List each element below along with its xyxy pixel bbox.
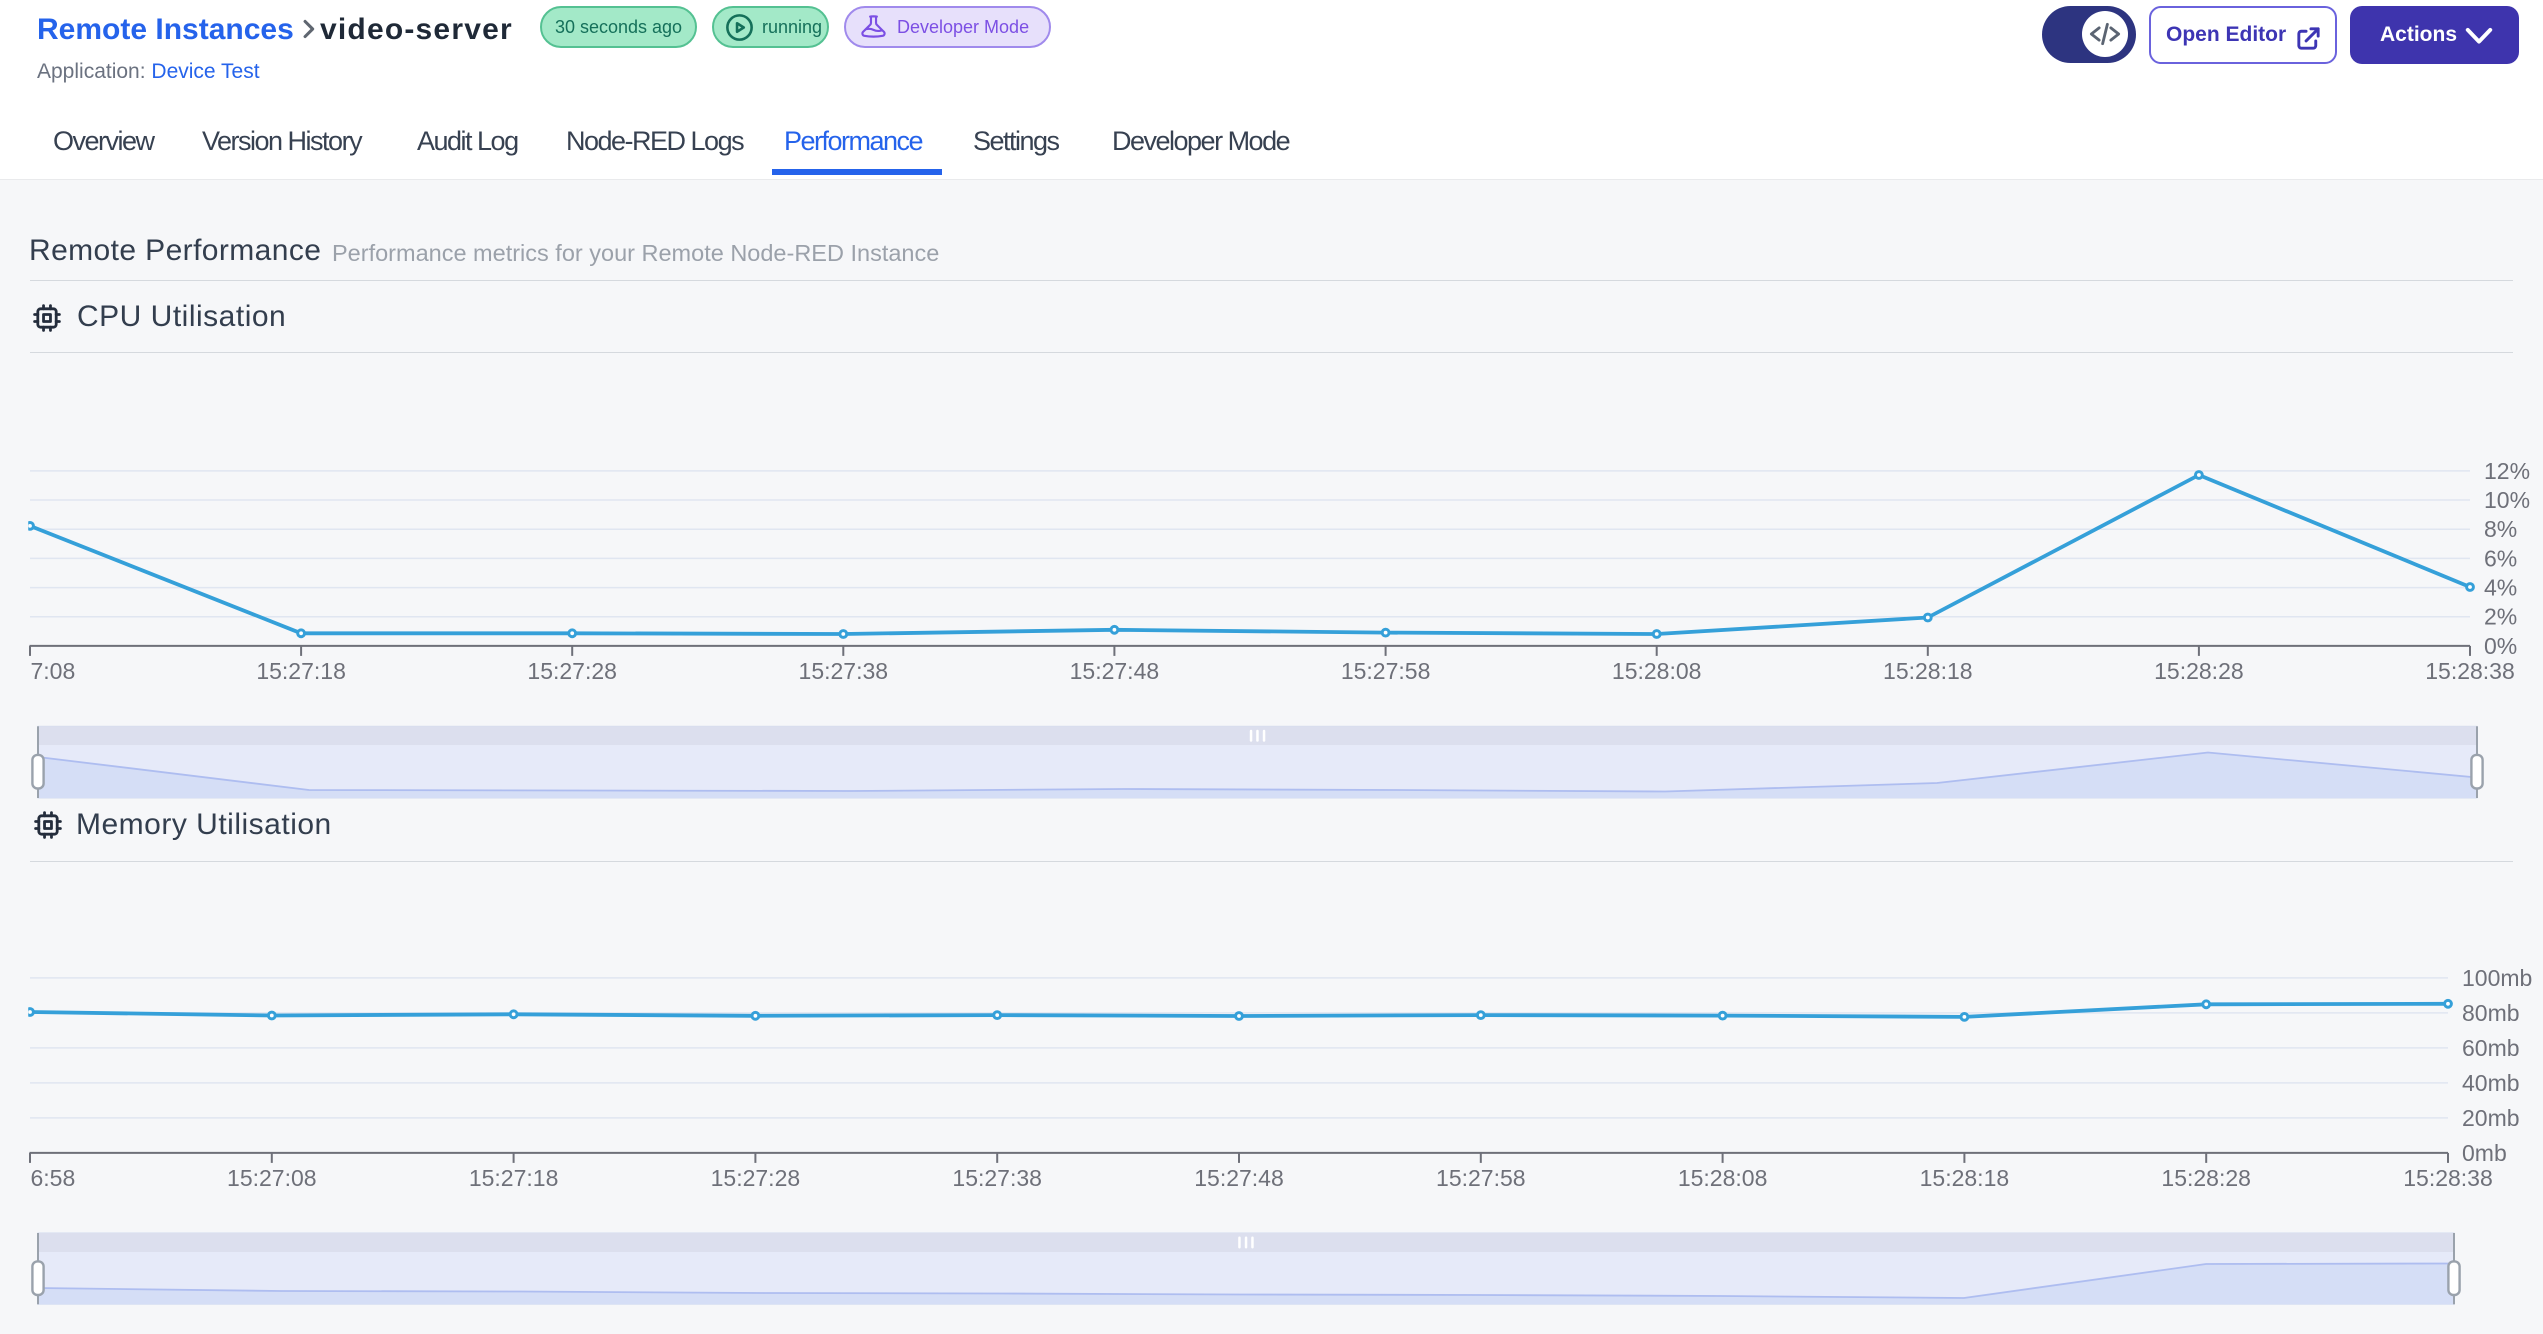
svg-text:80mb: 80mb (2462, 1000, 2520, 1026)
svg-text:15:28:08: 15:28:08 (1612, 658, 1702, 684)
svg-text:15:28:18: 15:28:18 (1883, 658, 1973, 684)
svg-text:15:27:38: 15:27:38 (799, 658, 889, 684)
svg-text:15:27:48: 15:27:48 (1194, 1165, 1284, 1191)
svg-text:15:28:18: 15:28:18 (1920, 1165, 2010, 1191)
svg-text:7:08: 7:08 (31, 658, 76, 684)
svg-text:15:28:38: 15:28:38 (2403, 1165, 2493, 1191)
svg-text:15:28:28: 15:28:28 (2161, 1165, 2251, 1191)
svg-text:8%: 8% (2484, 516, 2517, 542)
svg-text:12%: 12% (2484, 458, 2530, 484)
svg-text:0mb: 0mb (2462, 1140, 2507, 1166)
svg-text:4%: 4% (2484, 575, 2517, 601)
svg-text:60mb: 60mb (2462, 1035, 2520, 1061)
svg-text:15:28:28: 15:28:28 (2154, 658, 2244, 684)
svg-text:15:27:38: 15:27:38 (952, 1165, 1042, 1191)
svg-text:15:27:48: 15:27:48 (1070, 658, 1160, 684)
svg-text:2%: 2% (2484, 604, 2517, 630)
svg-text:15:27:08: 15:27:08 (227, 1165, 317, 1191)
svg-text:20mb: 20mb (2462, 1105, 2520, 1131)
svg-text:15:27:28: 15:27:28 (527, 658, 617, 684)
svg-text:15:27:28: 15:27:28 (711, 1165, 801, 1191)
svg-text:15:27:58: 15:27:58 (1341, 658, 1431, 684)
svg-text:15:27:58: 15:27:58 (1436, 1165, 1526, 1191)
svg-text:40mb: 40mb (2462, 1070, 2520, 1096)
svg-text:100mb: 100mb (2462, 965, 2532, 991)
svg-text:10%: 10% (2484, 487, 2530, 513)
svg-text:6%: 6% (2484, 545, 2517, 571)
svg-text:15:28:38: 15:28:38 (2425, 658, 2515, 684)
svg-text:15:27:18: 15:27:18 (469, 1165, 559, 1191)
svg-text:0%: 0% (2484, 633, 2517, 659)
svg-text:15:27:18: 15:27:18 (256, 658, 346, 684)
svg-text:6:58: 6:58 (31, 1165, 76, 1191)
svg-text:15:28:08: 15:28:08 (1678, 1165, 1768, 1191)
